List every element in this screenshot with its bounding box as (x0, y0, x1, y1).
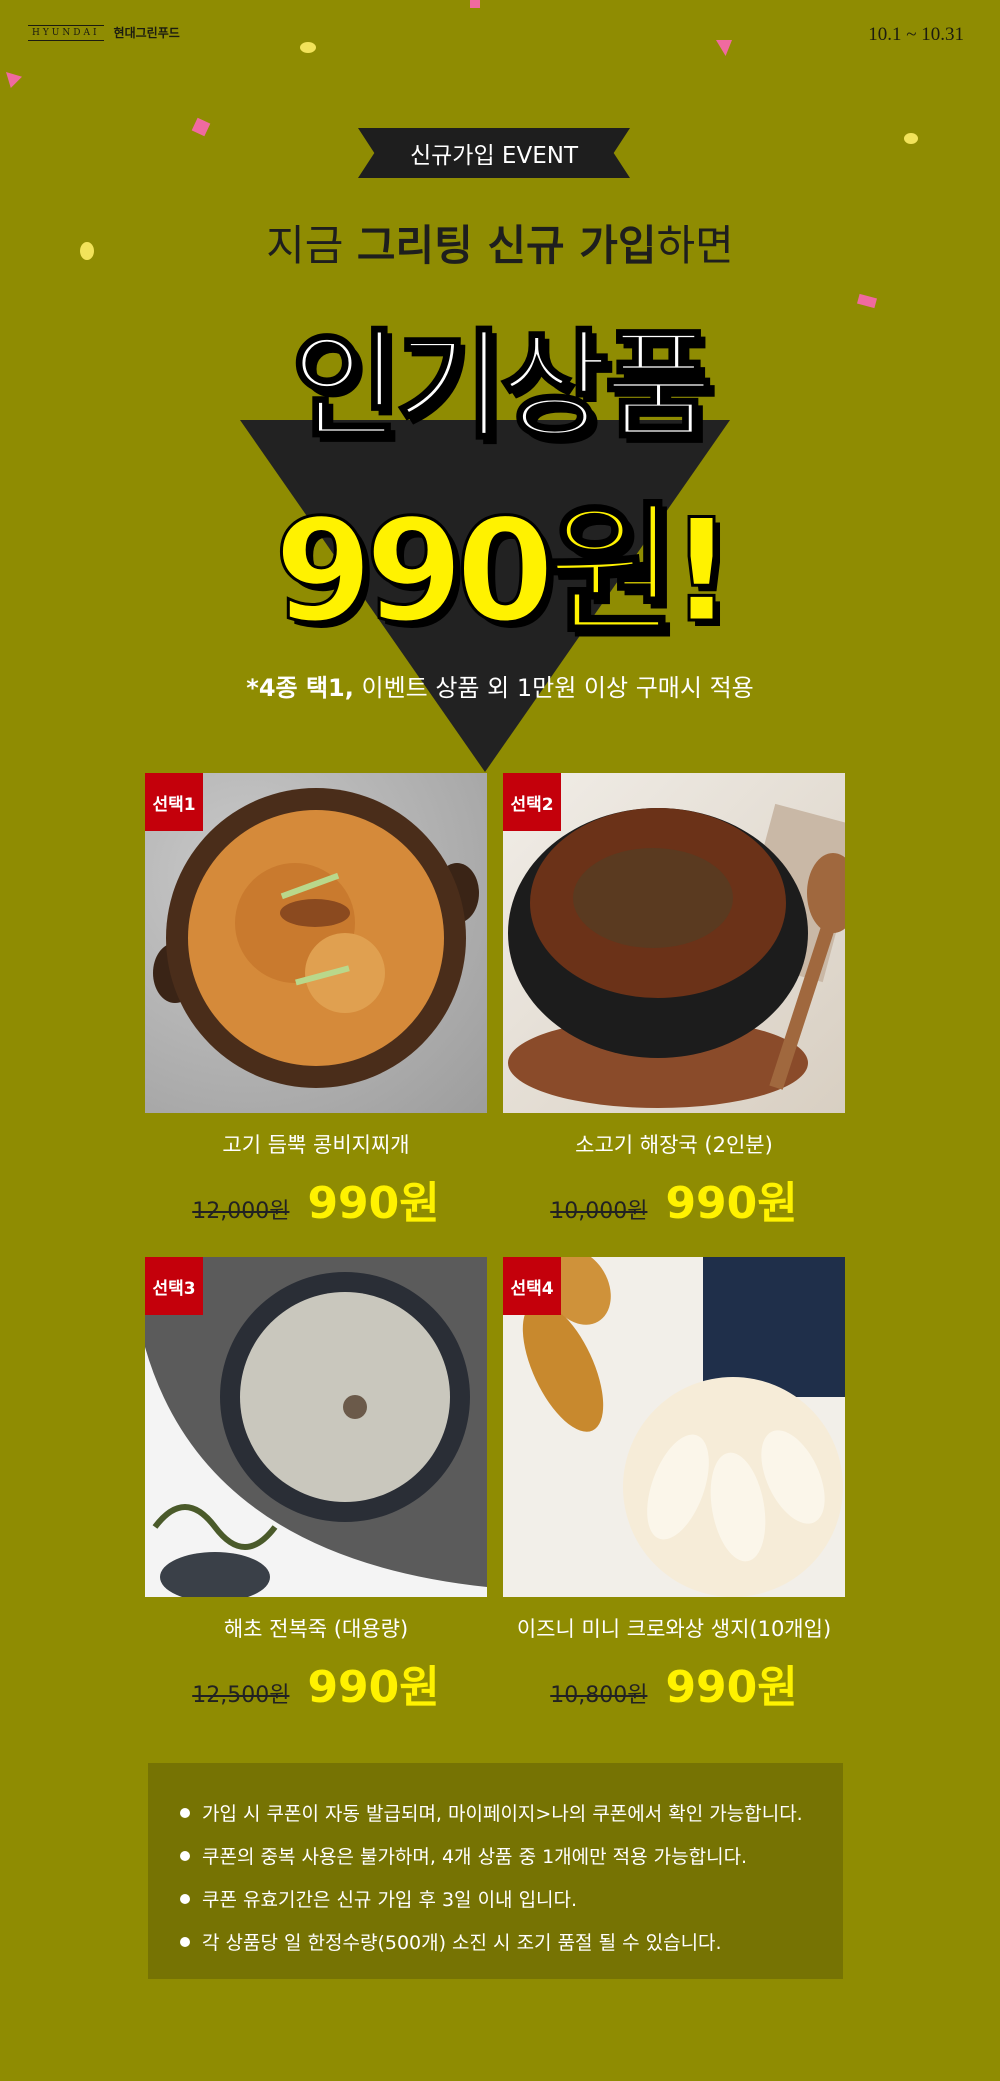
notice-text: 쿠폰의 중복 사용은 불가하며, 4개 상품 중 1개에만 적용 가능합니다. (202, 1846, 748, 1868)
original-price: 10,000원 (550, 1199, 648, 1224)
original-price: 10,800원 (550, 1683, 648, 1708)
product-prices: 10,000원 990원 (503, 1167, 845, 1231)
notice-item: 쿠폰 유효기간은 신규 가입 후 3일 이내 입니다. (180, 1877, 843, 1920)
confetti-piece (716, 40, 732, 56)
sale-price: 990원 (665, 1178, 798, 1229)
product-tag: 선택2 (503, 773, 561, 831)
notice-item: 각 상품당 일 한정수량(500개) 소진 시 조기 품절 될 수 있습니다. (180, 1920, 843, 1963)
headline: 인기상품 (289, 316, 714, 457)
product-prices: 12,000원 990원 (145, 1167, 487, 1231)
product-image-abalone-porridge[interactable]: 선택3 (145, 1257, 487, 1597)
event-ribbon: 신규가입 EVENT (358, 128, 630, 178)
headline-price: 990원! (273, 488, 736, 656)
bullet-icon (180, 1893, 190, 1904)
confetti-piece (191, 117, 211, 137)
condition-highlight: *4종 택1, (246, 674, 354, 702)
product-card[interactable]: 선택1 고기 듬뿍 콩비지찌개 12,000원 990원 (145, 773, 487, 1231)
subtitle-suffix: 하면 (656, 221, 734, 270)
bullet-icon (180, 1936, 190, 1947)
confetti-piece (6, 72, 22, 88)
notice-list: 가입 시 쿠폰이 자동 발급되며, 마이페이지>나의 쿠폰에서 확인 가능합니다… (148, 1763, 843, 1963)
event-condition: *4종 택1, 이벤트 상품 외 1만원 이상 구매시 적용 (0, 668, 1000, 703)
product-card[interactable]: 선택2 소고기 해장국 (2인분) 10,000원 990원 (503, 773, 845, 1231)
product-image-kongbiji-stew[interactable]: 선택1 (145, 773, 487, 1113)
product-tag: 선택3 (145, 1257, 203, 1315)
event-subtitle: 지금 그리팅 신규 가입하면 (0, 212, 1000, 273)
sale-price: 990원 (307, 1662, 440, 1713)
product-name[interactable]: 소고기 해장국 (2인분) (503, 1129, 845, 1159)
notice-text: 각 상품당 일 한정수량(500개) 소진 시 조기 품절 될 수 있습니다. (202, 1932, 722, 1954)
product-prices: 12,500원 990원 (145, 1651, 487, 1715)
product-card[interactable]: 선택3 해초 전복죽 (대용량) 12,500원 990원 (145, 1257, 487, 1715)
product-tag: 선택1 (145, 773, 203, 831)
bullet-icon (180, 1807, 190, 1818)
product-card[interactable]: 선택4 이즈니 미니 크로와상 생지(10개입) 10,800원 990원 (503, 1257, 845, 1715)
sale-price: 990원 (307, 1178, 440, 1229)
product-prices: 10,800원 990원 (503, 1651, 845, 1715)
product-name[interactable]: 고기 듬뿍 콩비지찌개 (145, 1129, 487, 1159)
confetti-piece (904, 133, 918, 144)
confetti-piece (300, 42, 316, 53)
sale-price: 990원 (665, 1662, 798, 1713)
product-image-haejangguk[interactable]: 선택2 (503, 773, 845, 1113)
notice-text: 가입 시 쿠폰이 자동 발급되며, 마이페이지>나의 쿠폰에서 확인 가능합니다… (202, 1803, 803, 1825)
product-name[interactable]: 해초 전복죽 (대용량) (145, 1613, 487, 1643)
original-price: 12,000원 (192, 1199, 290, 1224)
event-page: HYUNDAI 현대그린푸드 10.1 ~ 10.31 신규가입 EVENT 지… (0, 0, 1000, 2081)
notice-box: 가입 시 쿠폰이 자동 발급되며, 마이페이지>나의 쿠폰에서 확인 가능합니다… (148, 1763, 843, 1979)
product-tag: 선택4 (503, 1257, 561, 1315)
subtitle-highlight: 그리팅 신규 가입 (356, 221, 657, 270)
condition-text: 이벤트 상품 외 1만원 이상 구매시 적용 (353, 674, 754, 702)
brand-logo[interactable]: HYUNDAI 현대그린푸드 (28, 24, 180, 41)
bullet-icon (180, 1850, 190, 1861)
subtitle-prefix: 지금 (266, 221, 357, 270)
brand-name: 현대그린푸드 (113, 26, 180, 40)
original-price: 12,500원 (192, 1683, 290, 1708)
notice-item: 쿠폰의 중복 사용은 불가하며, 4개 상품 중 1개에만 적용 가능합니다. (180, 1834, 843, 1877)
confetti-piece (470, 0, 480, 8)
notice-text: 쿠폰 유효기간은 신규 가입 후 3일 이내 입니다. (202, 1889, 578, 1911)
notice-item: 가입 시 쿠폰이 자동 발급되며, 마이페이지>나의 쿠폰에서 확인 가능합니다… (180, 1791, 843, 1834)
product-image-croissant-dough[interactable]: 선택4 (503, 1257, 845, 1597)
logo-mark: HYUNDAI (28, 24, 104, 41)
event-date-range: 10.1 ~ 10.31 (868, 24, 964, 45)
product-name[interactable]: 이즈니 미니 크로와상 생지(10개입) (503, 1613, 845, 1643)
